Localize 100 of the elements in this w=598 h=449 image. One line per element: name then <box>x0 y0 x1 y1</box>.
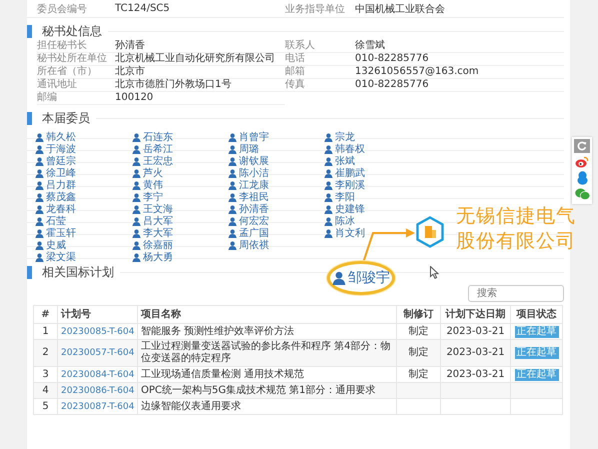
member-link[interactable]: 宗龙 <box>324 132 355 143</box>
member-link[interactable]: 芦火 <box>132 168 163 179</box>
section-title: 相关国标计划 <box>42 264 114 280</box>
field-value: 010-82285776 <box>355 79 564 92</box>
member-link[interactable]: 黄伟 <box>132 180 163 191</box>
member-link[interactable]: 史建锋 <box>324 204 365 215</box>
person-icon <box>132 217 141 226</box>
field-value: 010-82285776 <box>355 53 564 66</box>
member-link[interactable]: 何宏宏 <box>228 216 269 227</box>
person-icon <box>324 169 333 178</box>
field-value: 北京市 <box>115 66 285 79</box>
member-link[interactable]: 曾廷宗 <box>35 156 76 167</box>
member-link[interactable]: 崔鹏武 <box>324 168 365 179</box>
person-icon <box>228 133 237 142</box>
member-link[interactable]: 王宏忠 <box>132 156 173 167</box>
person-icon <box>35 241 44 250</box>
member-link[interactable]: 于海波 <box>35 144 76 155</box>
member-link[interactable]: 石连东 <box>132 132 173 143</box>
table-cell: 4 <box>34 382 58 398</box>
mouse-cursor-icon <box>430 266 439 279</box>
member-link[interactable]: 梁文渠 <box>35 252 76 263</box>
field-label: 邮编 <box>37 92 115 105</box>
field-value: 中国机械工业联合会 <box>355 2 446 16</box>
column-header: 项目状态 <box>510 306 562 324</box>
search-field[interactable]: 搜索 <box>468 285 564 302</box>
field-value: TC124/SC5 <box>115 3 171 14</box>
refresh-icon[interactable] <box>574 139 590 153</box>
person-icon <box>228 217 237 226</box>
person-icon <box>228 193 237 202</box>
field-label: 通讯地址 <box>37 79 115 92</box>
person-icon <box>324 193 333 202</box>
field-label: 秘书处所在单位 <box>37 53 115 66</box>
member-link[interactable]: 岳希江 <box>132 144 173 155</box>
chat-bubbles-icon[interactable] <box>574 188 590 200</box>
member-link[interactable]: 霍玉轩 <box>35 228 76 239</box>
field-label: 担任秘书长 <box>37 40 115 53</box>
field-value: 孙清香 <box>115 40 285 53</box>
member-link[interactable]: 韩久松 <box>35 132 76 143</box>
member-link[interactable]: 肖文利 <box>324 228 365 239</box>
member-link[interactable]: 史威 <box>35 240 66 251</box>
field-label: 业务指导单位 <box>285 2 346 16</box>
person-icon <box>35 133 44 142</box>
member-link[interactable]: 陈冰 <box>324 216 355 227</box>
column-header: 制修订 <box>396 306 440 324</box>
field-label: 传真 <box>285 79 355 92</box>
field-label: 委员会编号 <box>37 2 88 16</box>
person-icon <box>228 157 237 166</box>
member-link[interactable]: 龙春科 <box>35 204 76 215</box>
member-link[interactable]: 江龙康 <box>228 180 269 191</box>
member-link[interactable]: 韩春权 <box>324 144 365 155</box>
member-link[interactable]: 王文海 <box>132 204 173 215</box>
column-header: 计划下达日期 <box>440 306 510 324</box>
swirl-icon[interactable] <box>575 156 589 168</box>
section-marker <box>27 112 32 124</box>
member-link[interactable]: 李宁 <box>132 192 163 203</box>
member-link[interactable]: 张斌 <box>324 156 355 167</box>
member-link[interactable]: 杨大勇 <box>132 252 173 263</box>
section-title: 本届委员 <box>42 110 90 126</box>
member-link[interactable]: 石莹 <box>35 216 66 227</box>
member-link[interactable]: 蔡茂鑫 <box>35 192 76 203</box>
person-icon <box>228 229 237 238</box>
person-icon <box>324 145 333 154</box>
person-icon <box>132 181 141 190</box>
person-icon <box>35 253 44 262</box>
person-icon <box>132 133 141 142</box>
column-header: 项目名称 <box>138 306 396 324</box>
person-icon <box>132 193 141 202</box>
building-icon <box>416 216 444 248</box>
table-cell: 工业过程测量变送器试验的参比条件和程序 第4部分：物位变送器的特定程序 <box>138 340 396 366</box>
person-icon <box>35 169 44 178</box>
member-link[interactable]: 周璐 <box>228 144 259 155</box>
person-icon <box>132 229 141 238</box>
member-link[interactable]: 李阳 <box>324 192 355 203</box>
member-link[interactable]: 陈小洁 <box>228 168 269 179</box>
table-cell: 2 <box>34 340 58 366</box>
field-label: 邮箱 <box>285 66 355 79</box>
field-value: 北京市德胜门外教场口1号 <box>115 79 285 92</box>
member-link[interactable]: 李大军 <box>132 228 173 239</box>
member-link[interactable]: 李祖民 <box>228 192 269 203</box>
member-link[interactable]: 吕力群 <box>35 180 76 191</box>
member-link[interactable]: 李刚溪 <box>324 180 365 191</box>
person-icon <box>132 253 141 262</box>
table-cell: 2023-03-21 <box>440 340 510 366</box>
status-badge: 正在起草 <box>514 368 558 380</box>
person-icon <box>332 271 346 285</box>
member-link[interactable]: 谢钦展 <box>228 156 269 167</box>
member-link[interactable]: 吕大军 <box>132 216 173 227</box>
person-icon <box>324 181 333 190</box>
status-badge: 正在起草 <box>514 347 558 359</box>
member-link[interactable]: 徐嘉丽 <box>132 240 173 251</box>
member-link[interactable]: 肖曾宇 <box>228 132 269 143</box>
member-link[interactable]: 徐卫峰 <box>35 168 76 179</box>
member-link[interactable]: 周依祺 <box>228 240 269 251</box>
person-icon <box>324 205 333 214</box>
person-icon <box>132 145 141 154</box>
person-icon <box>228 169 237 178</box>
penguin-icon[interactable] <box>576 171 588 185</box>
member-link[interactable]: 孙清香 <box>228 204 269 215</box>
member-link[interactable]: 孟广国 <box>228 228 269 239</box>
person-icon <box>132 205 141 214</box>
